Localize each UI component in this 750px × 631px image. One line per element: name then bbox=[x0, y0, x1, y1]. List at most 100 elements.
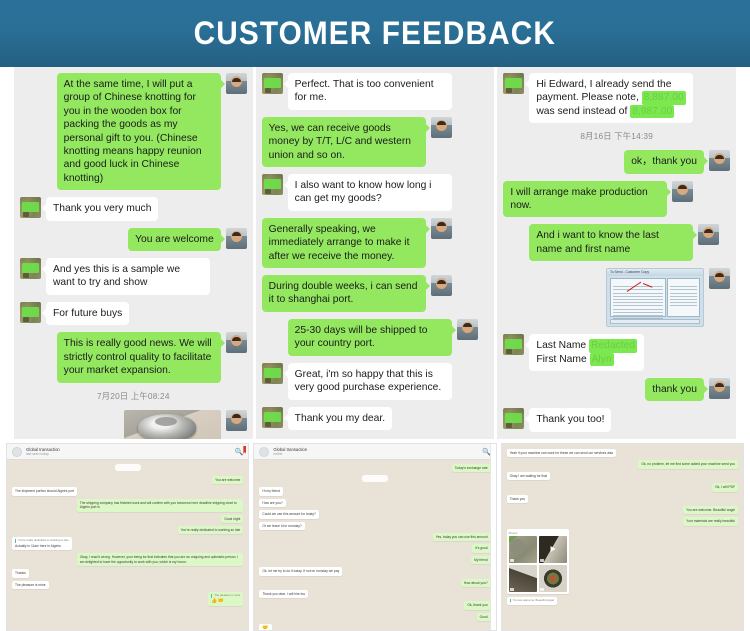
chat-message: Great, i'm so happy that this is very go… bbox=[261, 362, 489, 400]
message-bubble: thank you bbox=[645, 378, 708, 402]
whatsapp-message: How are you? bbox=[259, 498, 490, 508]
whatsapp-message: Good bbox=[259, 612, 491, 622]
message-bubble: Generally speaking, we immediately arran… bbox=[261, 217, 430, 269]
whatsapp-screenshot-2: Global transaction online 🔍 Today's exch… bbox=[253, 443, 497, 631]
whatsapp-message-list: Yeah if your machine can work for these … bbox=[501, 444, 743, 630]
avatar-seller bbox=[709, 150, 731, 172]
whatsapp-message: Your materials are really beautiful bbox=[507, 517, 738, 526]
whatsapp-message: How about you? bbox=[259, 578, 491, 588]
message-bubble-outgoing: Yes, today you can use this amount bbox=[432, 533, 491, 542]
avatar-seller bbox=[225, 227, 247, 249]
message-bubble: Thank you my dear. bbox=[283, 406, 393, 430]
message-bubble-outgoing: The shipping company has finished work a… bbox=[76, 498, 244, 512]
message-bubble: ok，thank you bbox=[624, 150, 708, 174]
photo-tiles bbox=[508, 535, 567, 592]
chat-message: Thank you too! bbox=[503, 408, 730, 432]
message-bubble-incoming: The shipment portion should Algeirs port bbox=[12, 487, 78, 496]
avatar-buyer bbox=[261, 362, 283, 384]
chat-message: 25-30 days will be shipped to your count… bbox=[262, 318, 489, 356]
message-bubble-outgoing: How about you? bbox=[460, 578, 491, 588]
whatsapp-message: Yes, today you can use this amount bbox=[259, 533, 491, 542]
avatar-buyer bbox=[20, 197, 41, 219]
whatsapp-message: It's good bbox=[259, 544, 491, 553]
whatsapp-message: Yeah if your machine can work for these … bbox=[506, 449, 738, 458]
whatsapp-message: Ok, let me try to do it today. If not on… bbox=[259, 567, 490, 576]
avatar-seller bbox=[709, 378, 731, 400]
whatsapp-message: 🤝 bbox=[259, 624, 490, 630]
chat-message: At the same time, I will put a group of … bbox=[20, 73, 247, 191]
emoji-handshake-icon: 🤝 bbox=[262, 625, 269, 630]
whatsapp-screenshot-3: Yeah if your machine can work for these … bbox=[500, 443, 744, 631]
whatsapp-chat-header: Global transaction online 🔍 bbox=[254, 444, 496, 460]
avatar-seller bbox=[456, 318, 478, 340]
bank-transfer-screenshot: To Send - Customer Copy bbox=[606, 268, 705, 328]
message-bubble: For future buys bbox=[41, 301, 130, 326]
chat-message: This is really good news. We will strict… bbox=[20, 332, 247, 383]
message-bubble: Great, i'm so happy that this is very go… bbox=[283, 362, 452, 400]
whatsapp-message: Good night bbox=[12, 514, 244, 524]
message-bubble-incoming: How are you? bbox=[259, 498, 286, 508]
product-photo-wok bbox=[123, 409, 221, 439]
chat-message: Generally speaking, we immediately arran… bbox=[261, 217, 489, 269]
chat-message: Last Name Redacted First Name Alyn bbox=[503, 334, 730, 372]
photo-tile[interactable] bbox=[538, 535, 567, 563]
date-divider bbox=[361, 475, 388, 483]
whatsapp-message: You're really dedicated to working so la… bbox=[12, 526, 244, 535]
document-text-lines bbox=[670, 286, 698, 308]
message-bubble: At the same time, I will put a group of … bbox=[56, 73, 225, 191]
avatar-seller bbox=[430, 116, 452, 138]
message-bubble-outgoing: Ok, I will PDF bbox=[712, 483, 738, 492]
chat-message: thank you bbox=[503, 378, 731, 402]
chat-message: Hi Edward, I already send the payment. P… bbox=[503, 73, 730, 124]
message-text-part: First Name bbox=[536, 353, 590, 365]
chat-message: You are welcome bbox=[20, 227, 247, 252]
quoted-message: You're really dedicated to working so la… bbox=[15, 539, 69, 544]
message-bubble-incoming: Or we leave it for monday? bbox=[259, 521, 305, 531]
chat-message: And i want to know the last name and fir… bbox=[503, 224, 730, 262]
message-bubble-outgoing: My friend bbox=[471, 555, 491, 565]
whatsapp-screenshots-row: Global transaction last seen today 🔍 You… bbox=[0, 443, 750, 631]
whatsapp-message: Ok, thank you bbox=[259, 601, 491, 610]
message-bubble-outgoing: Your materials are really beautiful bbox=[683, 517, 738, 526]
search-icon[interactable]: 🔍 bbox=[235, 448, 244, 456]
chat-panel-conversation-2: Perfect. That is too convenient for me. … bbox=[255, 67, 495, 439]
whatsapp-message: Okay I am waiting for that bbox=[506, 471, 738, 481]
message-bubble: This is really good news. We will strict… bbox=[56, 332, 225, 383]
message-bubble: You are welcome bbox=[128, 227, 225, 252]
chat-message: ok，thank you bbox=[503, 150, 731, 174]
avatar-seller bbox=[430, 275, 452, 297]
chat-message: Thank you very much bbox=[20, 197, 247, 221]
whatsapp-message: You are welcome. Beautiful angel bbox=[507, 506, 738, 515]
contact-status: online bbox=[273, 452, 283, 456]
photo-grid[interactable]: Photos bbox=[506, 528, 569, 594]
avatar-seller bbox=[672, 180, 694, 202]
photo-tile[interactable] bbox=[538, 564, 567, 592]
message-bubble-outgoing: You're really dedicated to working so la… bbox=[177, 526, 244, 535]
photo-tile[interactable] bbox=[508, 564, 537, 592]
message-bubble-outgoing: You are welcome bbox=[212, 476, 244, 485]
play-icon bbox=[550, 546, 556, 553]
chat-image-message: To Send - Customer Copy bbox=[503, 268, 731, 328]
avatar-buyer bbox=[261, 73, 283, 94]
whatsapp-message: Thanks bbox=[12, 569, 243, 578]
whatsapp-message: Hi my friend bbox=[259, 487, 490, 496]
message-bubble-outgoing: Okay, I read it wrong. However, your bei… bbox=[76, 553, 244, 567]
contact-info: Global transaction online bbox=[273, 447, 482, 456]
whatsapp-message: Okay, I read it wrong. However, your bei… bbox=[12, 553, 244, 567]
chat-screenshots-row: At the same time, I will put a group of … bbox=[0, 67, 750, 439]
avatar-buyer bbox=[20, 258, 41, 280]
photo-grid-label: Photos bbox=[508, 530, 518, 535]
document-right-pane bbox=[667, 278, 701, 318]
photo-tile[interactable] bbox=[508, 535, 537, 563]
message-bubble-redacted: Last Name Redacted First Name Alyn bbox=[525, 334, 645, 372]
contact-info: Global transaction last seen today bbox=[26, 447, 235, 456]
message-bubble-outgoing: You are welcome. Beautiful angel bbox=[683, 506, 738, 515]
message-bubble-incoming: Could we use this amount for today? bbox=[259, 510, 319, 519]
avatar-buyer bbox=[503, 334, 525, 356]
contact-status: last seen today bbox=[26, 452, 49, 456]
document-footer-bar bbox=[610, 319, 701, 325]
message-bubble-incoming: Okay I am waiting for that bbox=[506, 471, 551, 481]
page-title: CUSTOMER FEEDBACK bbox=[193, 15, 557, 51]
message-bubble-outgoing: Ok, no problem, let me find some added y… bbox=[638, 460, 738, 469]
whatsapp-message: Thank you dear, I will hire too bbox=[259, 590, 490, 599]
